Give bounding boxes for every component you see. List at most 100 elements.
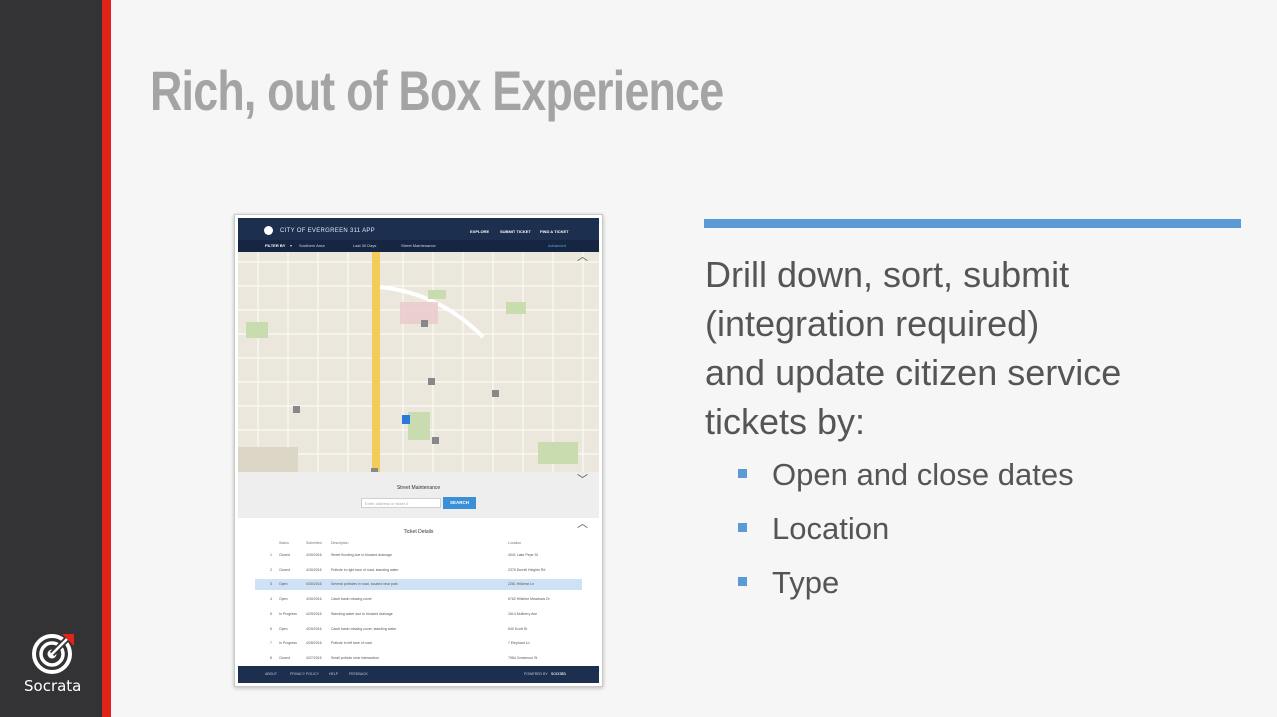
row-status: Open [279,597,288,601]
row-num: 8 [270,656,272,660]
brand-sidebar [0,0,102,717]
bullet-square-icon [738,577,747,587]
row-status: Closed [279,656,290,660]
bullet-text: Location [772,511,890,546]
row-loc: 7984 Crestmoor St [508,656,538,660]
nav-find-ticket[interactable]: FIND A TICKET [540,229,569,234]
bullet-square-icon [738,523,747,533]
row-loc: 2261 Hillcrest Ln [508,582,535,586]
footer-feedback[interactable]: FEEDBACK [349,672,368,676]
row-status: Open [279,582,288,586]
row-date: 4/27/2016 [306,656,322,660]
body-line: tickets by: [705,401,866,442]
accent-divider [704,219,1241,228]
row-date: 4/30/2016 [306,568,322,572]
row-status: Closed [279,553,290,557]
footer-privacy[interactable]: PRIVACY POLICY [290,672,319,676]
row-num: 5 [270,612,272,616]
row-num: 1 [270,553,272,557]
nav-explore[interactable]: EXPLORE [470,229,489,234]
table-row[interactable]: 8 Closed 4/27/2016 Small pothole near inter… [255,653,582,664]
slide-title: Rich, out of Box Experience [150,59,724,122]
chevron-down-icon[interactable]: ▾ [290,243,292,248]
row-num: 4 [270,597,272,601]
filter-area[interactable]: Southern Area [299,243,325,248]
bullet-item: Open and close dates [738,457,1074,493]
row-num: 3 [270,582,272,586]
bullet-text: Open and close dates [772,457,1074,492]
row-status: In Progress [279,641,297,645]
ticket-panel-title: Ticket Details [403,529,434,535]
collapse-chevron-icon[interactable]: ﹀ [577,475,588,486]
socrata-wordmark: Socrata [24,677,82,695]
app-header: CITY OF EVERGREEN 311 APP EXPLORE SUBMIT… [238,218,599,240]
row-desc: Pothole in left lane of road [331,641,372,645]
row-desc: Several potholes in road, located near p… [331,582,398,586]
row-loc: 4041 Lake Pepe St [508,553,538,557]
slide-body: Drill down, sort, submit (integration re… [705,250,1245,446]
row-desc: Catch basin missing cover, standing wate… [331,627,397,631]
powered-by-brand: socrata [551,671,566,676]
col-submitted[interactable]: Submitted [306,541,322,545]
search-button[interactable]: SEARCH [443,497,476,509]
expand-chevron-icon[interactable]: ︿ [577,519,588,530]
col-status[interactable]: Status [279,541,289,545]
row-desc: Small pothole near intersection [331,656,380,660]
footer-help[interactable]: HELP [329,672,338,676]
body-line: Drill down, sort, submit [705,254,1070,295]
row-num: 7 [270,641,272,645]
table-row[interactable]: 4 Open 4/30/2016 Catch basin missing cover 6… [255,594,582,605]
row-desc: Standing water due to blocked drainage [331,612,393,616]
row-num: 6 [270,627,272,631]
street-panel-title: Street Maintenance [396,485,441,491]
filter-date[interactable]: Last 30 Days [353,243,376,248]
bullet-text: Type [772,565,840,600]
bullet-item: Location [738,511,889,547]
bullet-square-icon [738,469,747,479]
row-loc: 6762 Hillshire Meadows Dr [508,597,550,601]
row-num: 2 [270,568,272,572]
app-screenshot: CITY OF EVERGREEN 311 APP EXPLORE SUBMIT… [234,214,603,687]
street-panel [238,472,599,518]
row-date: 4/30/2016 [306,553,322,557]
nav-submit-ticket[interactable]: SUBMIT TICKET [500,229,531,234]
body-line: and update citizen service [705,352,1122,393]
row-date: 4/30/2016 [306,597,322,601]
table-row[interactable]: 6 Open 4/29/2016 Catch basin missing cover,… [255,624,582,635]
app-title: CITY OF EVERGREEN 311 APP [280,228,375,234]
row-loc: 7 Elephant Ln [508,641,530,645]
socrata-logo-icon [32,634,74,674]
table-row-selected[interactable]: 3 Open 4/30/2016 Several potholes in road, … [255,579,582,590]
row-date: 4/29/2016 [306,612,322,616]
row-loc: 1614 Mulberry Ave [508,612,538,616]
city-map[interactable]: ︿ [238,252,599,472]
row-date: 4/29/2016 [306,627,322,631]
search-input[interactable]: Enter address or ticket # [361,498,441,508]
filter-type[interactable]: Street Maintenance [401,243,436,248]
row-date: 4/30/2016 [306,582,322,586]
row-desc: Catch basin missing cover [331,597,372,601]
bullet-item: Type [738,565,839,601]
row-status: Closed [279,568,290,572]
row-desc: Pothole in right lane of road, standing … [331,568,399,572]
row-date: 4/28/2016 [306,641,322,645]
powered-by-label: POWERED BY [524,672,548,676]
city-logo-icon [264,226,273,235]
table-row[interactable]: 7 In Progress 4/28/2016 Pothole in left lan… [255,638,582,649]
row-status: Open [279,627,288,631]
table-row[interactable]: 2 Closed 4/30/2016 Pothole in right lane of… [255,565,582,576]
row-loc: 540 Scott St [508,627,528,631]
row-desc: Street flooding due to blocked drainage [331,553,392,557]
col-description[interactable]: Description [331,541,349,545]
chevron-up-icon[interactable]: ︿ [577,252,588,263]
col-location[interactable]: Location [508,541,521,545]
body-line: (integration required) [705,303,1040,344]
filter-by-label[interactable]: FILTER BY [265,243,285,248]
table-row[interactable]: 1 Closed 4/30/2016 Street flooding due to b… [255,550,582,561]
table-row[interactable]: 5 In Progress 4/29/2016 Standing water due … [255,609,582,620]
row-loc: 2376 Durrell Heights Rd [508,568,546,572]
footer-about[interactable]: ABOUT [265,672,277,676]
row-status: In Progress [279,612,297,616]
red-accent-bar [102,0,111,717]
advanced-link[interactable]: Advanced [548,243,566,248]
